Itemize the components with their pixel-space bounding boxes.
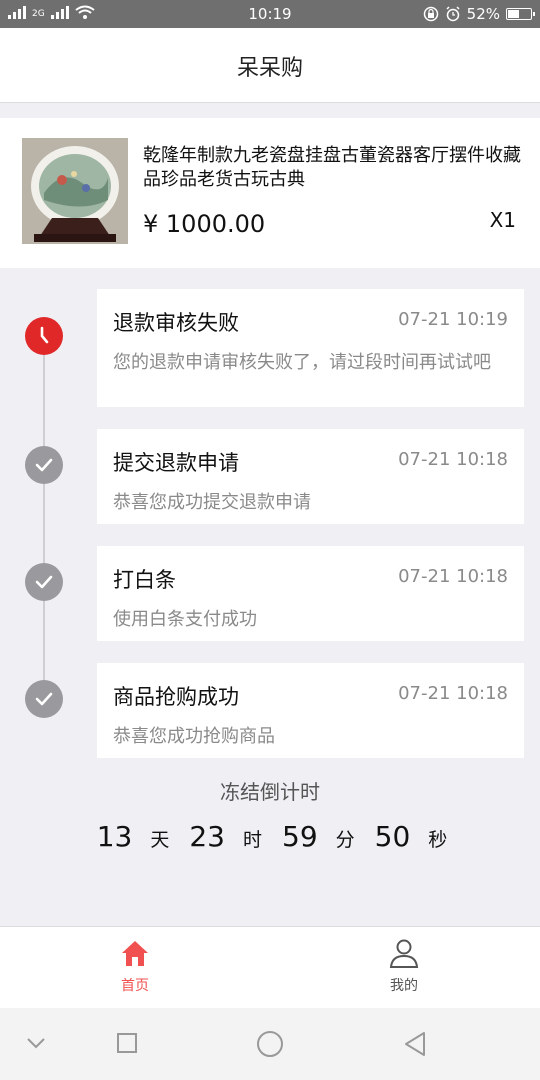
countdown-seconds-unit: 秒 xyxy=(428,829,448,851)
countdown-seconds: 50 xyxy=(374,820,411,853)
timeline-time: 07-21 10:18 xyxy=(398,449,508,470)
timeline-desc: 您的退款申请审核失败了，请过段时间再试试吧 xyxy=(113,352,491,373)
countdown-days: 13 xyxy=(96,820,133,853)
bottom-tab-bar: 首页 我的 xyxy=(0,926,540,1009)
freeze-countdown-label: 冻结倒计时 xyxy=(220,780,320,804)
timeline-title: 退款审核失败 xyxy=(113,311,239,335)
home-circle-icon[interactable] xyxy=(256,1030,284,1058)
home-icon xyxy=(122,941,148,966)
timeline-time: 07-21 10:19 xyxy=(398,309,508,330)
tab-home[interactable]: 首页 xyxy=(85,937,185,995)
product-name[interactable]: 乾隆年制款九老瓷盘挂盘古董瓷器客厅摆件收藏品珍品老货古玩古典 xyxy=(143,144,523,192)
system-nav-bar xyxy=(0,1008,540,1080)
timeline-node-purchase-success xyxy=(25,680,63,718)
timeline-title: 打白条 xyxy=(113,568,176,592)
timeline-card: 商品抢购成功 07-21 10:18 恭喜您成功抢购商品 xyxy=(97,663,524,758)
lock-rotation-icon xyxy=(423,6,438,22)
check-icon xyxy=(35,692,53,706)
timeline-desc: 使用白条支付成功 xyxy=(113,609,257,630)
product-price: ¥ 1000.00 xyxy=(143,210,266,238)
check-icon xyxy=(35,575,53,589)
timeline-time: 07-21 10:18 xyxy=(398,683,508,704)
countdown-days-unit: 天 xyxy=(150,829,170,851)
timeline-node-ious-payment xyxy=(25,563,63,601)
timeline-card: 提交退款申请 07-21 10:18 恭喜您成功提交退款申请 xyxy=(97,429,524,524)
product-image[interactable] xyxy=(22,138,128,244)
status-bar: 2G 10:19 52% xyxy=(0,0,540,28)
timeline-card: 打白条 07-21 10:18 使用白条支付成功 xyxy=(97,546,524,641)
status-right: 52% xyxy=(423,5,535,23)
timeline-title: 提交退款申请 xyxy=(113,451,239,475)
battery-icon xyxy=(506,8,535,20)
countdown-hours: 23 xyxy=(189,820,225,853)
clock-icon xyxy=(40,326,49,344)
timeline-desc: 恭喜您成功提交退款申请 xyxy=(113,492,311,513)
porcelain-plate-illustration xyxy=(22,138,128,244)
alarm-icon xyxy=(446,6,460,22)
back-triangle-icon[interactable] xyxy=(402,1030,428,1058)
battery-percent: 52% xyxy=(466,5,500,23)
tab-mine[interactable]: 我的 xyxy=(354,937,454,995)
freeze-countdown: 13 天 23 时 59 分 50 秒 xyxy=(0,820,540,853)
countdown-minutes: 59 xyxy=(282,820,318,853)
timeline-connector xyxy=(43,336,45,700)
timeline-time: 07-21 10:18 xyxy=(398,566,508,587)
timeline-node-refund-failed xyxy=(25,317,63,355)
header: 呆呆购 xyxy=(0,28,540,103)
product-quantity: X1 xyxy=(489,208,516,232)
page-title: 呆呆购 xyxy=(236,56,303,81)
chevron-down-icon[interactable] xyxy=(26,1036,46,1050)
countdown-hours-unit: 时 xyxy=(242,829,262,851)
recent-apps-icon[interactable] xyxy=(116,1032,138,1054)
product-card[interactable]: 乾隆年制款九老瓷盘挂盘古董瓷器客厅摆件收藏品珍品老货古玩古典 ¥ 1000.00… xyxy=(0,118,540,268)
timeline-card: 退款审核失败 07-21 10:19 您的退款申请审核失败了，请过段时间再试试吧 xyxy=(97,289,524,407)
countdown-minutes-unit: 分 xyxy=(335,829,355,851)
user-icon xyxy=(389,939,419,968)
tab-home-label: 首页 xyxy=(121,978,149,994)
timeline-node-refund-submitted xyxy=(25,446,63,484)
check-icon xyxy=(35,458,53,472)
tab-mine-label: 我的 xyxy=(390,978,418,994)
timeline-title: 商品抢购成功 xyxy=(113,685,239,709)
timeline-desc: 恭喜您成功抢购商品 xyxy=(113,726,275,747)
